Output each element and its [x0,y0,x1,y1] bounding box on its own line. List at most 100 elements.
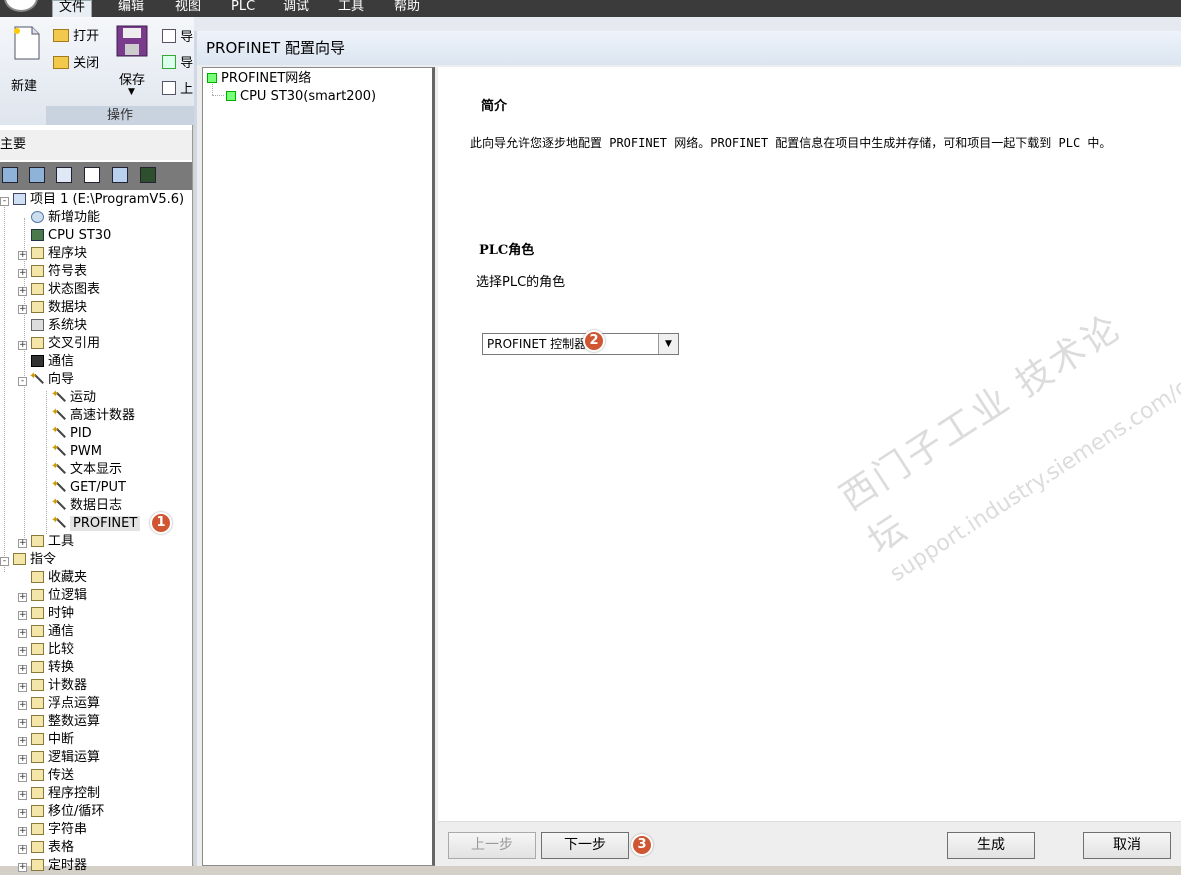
expand-icon[interactable]: + [18,755,27,764]
tree-item[interactable]: + 状态图表 [18,281,100,299]
tree-item[interactable]: + 逻辑运算 [18,749,100,767]
tree-item[interactable]: + 定时器 [18,857,87,875]
tree-item[interactable]: + 计数器 [18,677,87,695]
nav-item-cpu[interactable]: CPU ST30(smart200) [226,88,376,106]
tree-item[interactable]: + 时钟 [18,605,74,623]
expand-icon[interactable]: + [18,719,27,728]
tree-item-label: 工具 [48,534,75,549]
tree-item[interactable]: - 项目 1 (E:\ProgramV5.6) [0,191,184,209]
export-button[interactable]: 导 [162,52,193,71]
upload-button[interactable]: 上 [162,78,193,97]
expand-icon[interactable]: + [18,287,27,296]
menu-view[interactable]: 视图 [175,0,201,17]
expand-icon[interactable]: + [18,683,27,692]
expand-icon[interactable]: + [18,539,27,548]
prev-button[interactable]: 上一步 [448,832,536,859]
toolbar-icon-5[interactable] [112,167,128,183]
expand-icon[interactable]: + [18,809,27,818]
tree-item[interactable]: + 字符串 [18,821,87,839]
expand-icon[interactable]: + [18,305,27,314]
tree-item[interactable]: + 工具 [18,533,74,551]
tree-item[interactable]: 收藏夹 [18,569,87,587]
tree-item[interactable]: 运动 [40,386,96,407]
toolbar-icon-6[interactable] [140,167,156,183]
app-logo[interactable] [4,0,38,12]
tree-item[interactable]: + 浮点运算 [18,695,100,713]
menu-edit[interactable]: 编辑 [118,0,144,17]
menu-help[interactable]: 帮助 [394,0,420,17]
tree-item-label: 浮点运算 [48,696,101,711]
tree-item[interactable]: + 移位/循环 [18,803,104,821]
expand-icon[interactable]: + [18,647,27,656]
tree-item[interactable]: - 指令 [0,551,56,569]
menu-debug[interactable]: 调试 [283,0,309,17]
chevron-down-icon[interactable]: ▼ [658,334,678,354]
toolbar-icon-3[interactable] [56,167,72,183]
close-button[interactable]: 关闭 [53,52,99,71]
tree-item[interactable]: CPU ST30 [18,227,111,245]
generate-button[interactable]: 生成 [947,832,1035,859]
collapse-icon[interactable]: - [18,377,27,386]
expand-icon[interactable]: + [18,611,27,620]
plc-role-select[interactable]: PROFINET 控制器 ▼ [482,333,679,355]
tree-item[interactable]: + 整数运算 [18,713,100,731]
expand-icon[interactable]: + [18,737,27,746]
tree-item[interactable]: + 转换 [18,659,74,677]
expand-icon[interactable]: + [18,863,27,872]
expand-icon[interactable]: + [18,665,27,674]
expand-icon[interactable]: + [18,341,27,350]
folder-icon [31,265,44,277]
collapse-icon[interactable]: - [0,197,9,206]
tree-item[interactable]: + 通信 [18,623,74,641]
collapse-icon[interactable]: - [0,557,9,566]
expand-icon[interactable]: + [18,845,27,854]
import-button[interactable]: 导 [162,26,193,45]
menu-file[interactable]: 文件 [52,0,93,17]
tree-item-label: 时钟 [48,606,75,621]
folder-icon [31,679,44,691]
toolbar-icon-4[interactable] [84,167,100,183]
expand-icon[interactable]: + [18,251,27,260]
folder-icon [13,553,26,565]
tree-item[interactable]: + 表格 [18,839,74,857]
nav-item-profinet-network[interactable]: PROFINET网络 [207,70,311,88]
tree-item[interactable]: 新增功能 [18,209,100,227]
tree-item[interactable]: PROFINET [40,512,141,533]
menu-tools[interactable]: 工具 [338,0,364,17]
toolbar-icon-2[interactable] [29,167,45,183]
open-button[interactable]: 打开 [53,25,99,44]
tree-item[interactable]: + 程序控制 [18,785,100,803]
tree-item[interactable]: + 交叉引用 [18,335,100,353]
tree-item[interactable]: PWM [40,440,102,461]
expand-icon[interactable]: + [18,593,27,602]
tree-item[interactable]: + 传送 [18,767,74,785]
upload-label: 上 [180,82,194,97]
nav-child-label: CPU ST30(smart200) [240,89,377,104]
new-button[interactable]: 新建 [8,23,44,94]
save-button[interactable]: 保存 ▼ [114,25,152,105]
expand-icon[interactable]: + [18,791,27,800]
tree-item[interactable]: PID [40,422,92,443]
tree-item[interactable]: - 向导 [18,368,74,389]
folder-icon [31,571,44,583]
tree-item[interactable]: + 比较 [18,641,74,659]
tree-item[interactable]: + 中断 [18,731,74,749]
tree-item-label: 通信 [48,354,75,369]
tree-item[interactable]: 通信 [18,353,74,371]
expand-icon[interactable]: + [18,629,27,638]
toolbar-icon-1[interactable] [2,167,18,183]
tree-item[interactable]: + 位逻辑 [18,587,87,605]
tree-item[interactable]: 系统块 [18,317,87,335]
expand-icon[interactable]: + [18,269,27,278]
tree-item[interactable]: + 符号表 [18,263,87,281]
menu-plc[interactable]: PLC [231,0,255,17]
project-icon [13,193,26,205]
expand-icon[interactable]: + [18,701,27,710]
save-dropdown-icon[interactable]: ▼ [128,87,135,97]
next-button[interactable]: 下一步 [541,832,629,859]
tree-item[interactable]: + 程序块 [18,245,87,263]
tree-item[interactable]: + 数据块 [18,299,87,317]
cancel-button[interactable]: 取消 [1083,832,1171,859]
expand-icon[interactable]: + [18,773,27,782]
expand-icon[interactable]: + [18,827,27,836]
